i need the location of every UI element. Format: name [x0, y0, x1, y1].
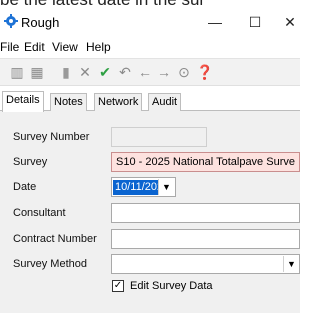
- menu-help[interactable]: Help: [86, 40, 111, 54]
- contract-number-field[interactable]: [111, 229, 300, 249]
- chevron-down-icon[interactable]: ▼: [283, 256, 299, 272]
- menu-edit[interactable]: Edit: [24, 40, 45, 54]
- grid-alt-icon[interactable]: ▦: [29, 64, 45, 80]
- document-icon[interactable]: ▮: [58, 64, 74, 80]
- tab-audit[interactable]: Audit: [148, 93, 182, 111]
- gear-icon: [4, 14, 18, 28]
- check-icon[interactable]: ✔: [97, 64, 113, 80]
- survey-label: Survey: [13, 156, 48, 168]
- delete-icon[interactable]: ✕: [77, 64, 93, 80]
- contract-number-label: Contract Number: [13, 233, 97, 245]
- undo-icon[interactable]: ↶: [117, 64, 133, 80]
- menu-file[interactable]: File: [0, 40, 19, 54]
- background-cutoff-text: be the latest date in the sur: [0, 0, 300, 9]
- date-picker[interactable]: 10/11/2025 ▼: [111, 177, 176, 197]
- maximize-button[interactable]: ☐: [240, 12, 270, 32]
- grid-icon[interactable]: ▥: [9, 64, 25, 80]
- tab-network[interactable]: Network: [94, 93, 143, 111]
- minimize-button[interactable]: —: [200, 12, 230, 32]
- edit-survey-data-label: Edit Survey Data: [130, 280, 213, 292]
- back-arrow-icon[interactable]: ←: [137, 64, 153, 80]
- consultant-label: Consultant: [13, 207, 66, 219]
- survey-number-label: Survey Number: [13, 131, 90, 143]
- refresh-icon[interactable]: ⊙: [176, 64, 192, 80]
- survey-method-select[interactable]: [111, 254, 300, 274]
- close-button[interactable]: ✕: [280, 12, 300, 32]
- chevron-down-icon[interactable]: ▼: [158, 179, 174, 195]
- help-icon[interactable]: ❓: [196, 64, 213, 80]
- survey-field[interactable]: S10 - 2025 National Totalpave Surve: [111, 152, 300, 172]
- consultant-field[interactable]: [111, 203, 300, 223]
- window-title: Rough: [21, 15, 60, 30]
- tab-details[interactable]: Details: [2, 91, 44, 112]
- survey-method-label: Survey Method: [13, 258, 87, 270]
- menu-bar: [0, 36, 300, 56]
- edit-survey-data-checkbox[interactable]: ✓: [112, 280, 124, 292]
- menu-view[interactable]: View: [52, 40, 78, 54]
- tab-notes[interactable]: Notes: [50, 93, 87, 111]
- survey-number-field: [111, 127, 207, 147]
- date-label: Date: [13, 181, 37, 193]
- forward-arrow-icon[interactable]: →: [156, 64, 172, 80]
